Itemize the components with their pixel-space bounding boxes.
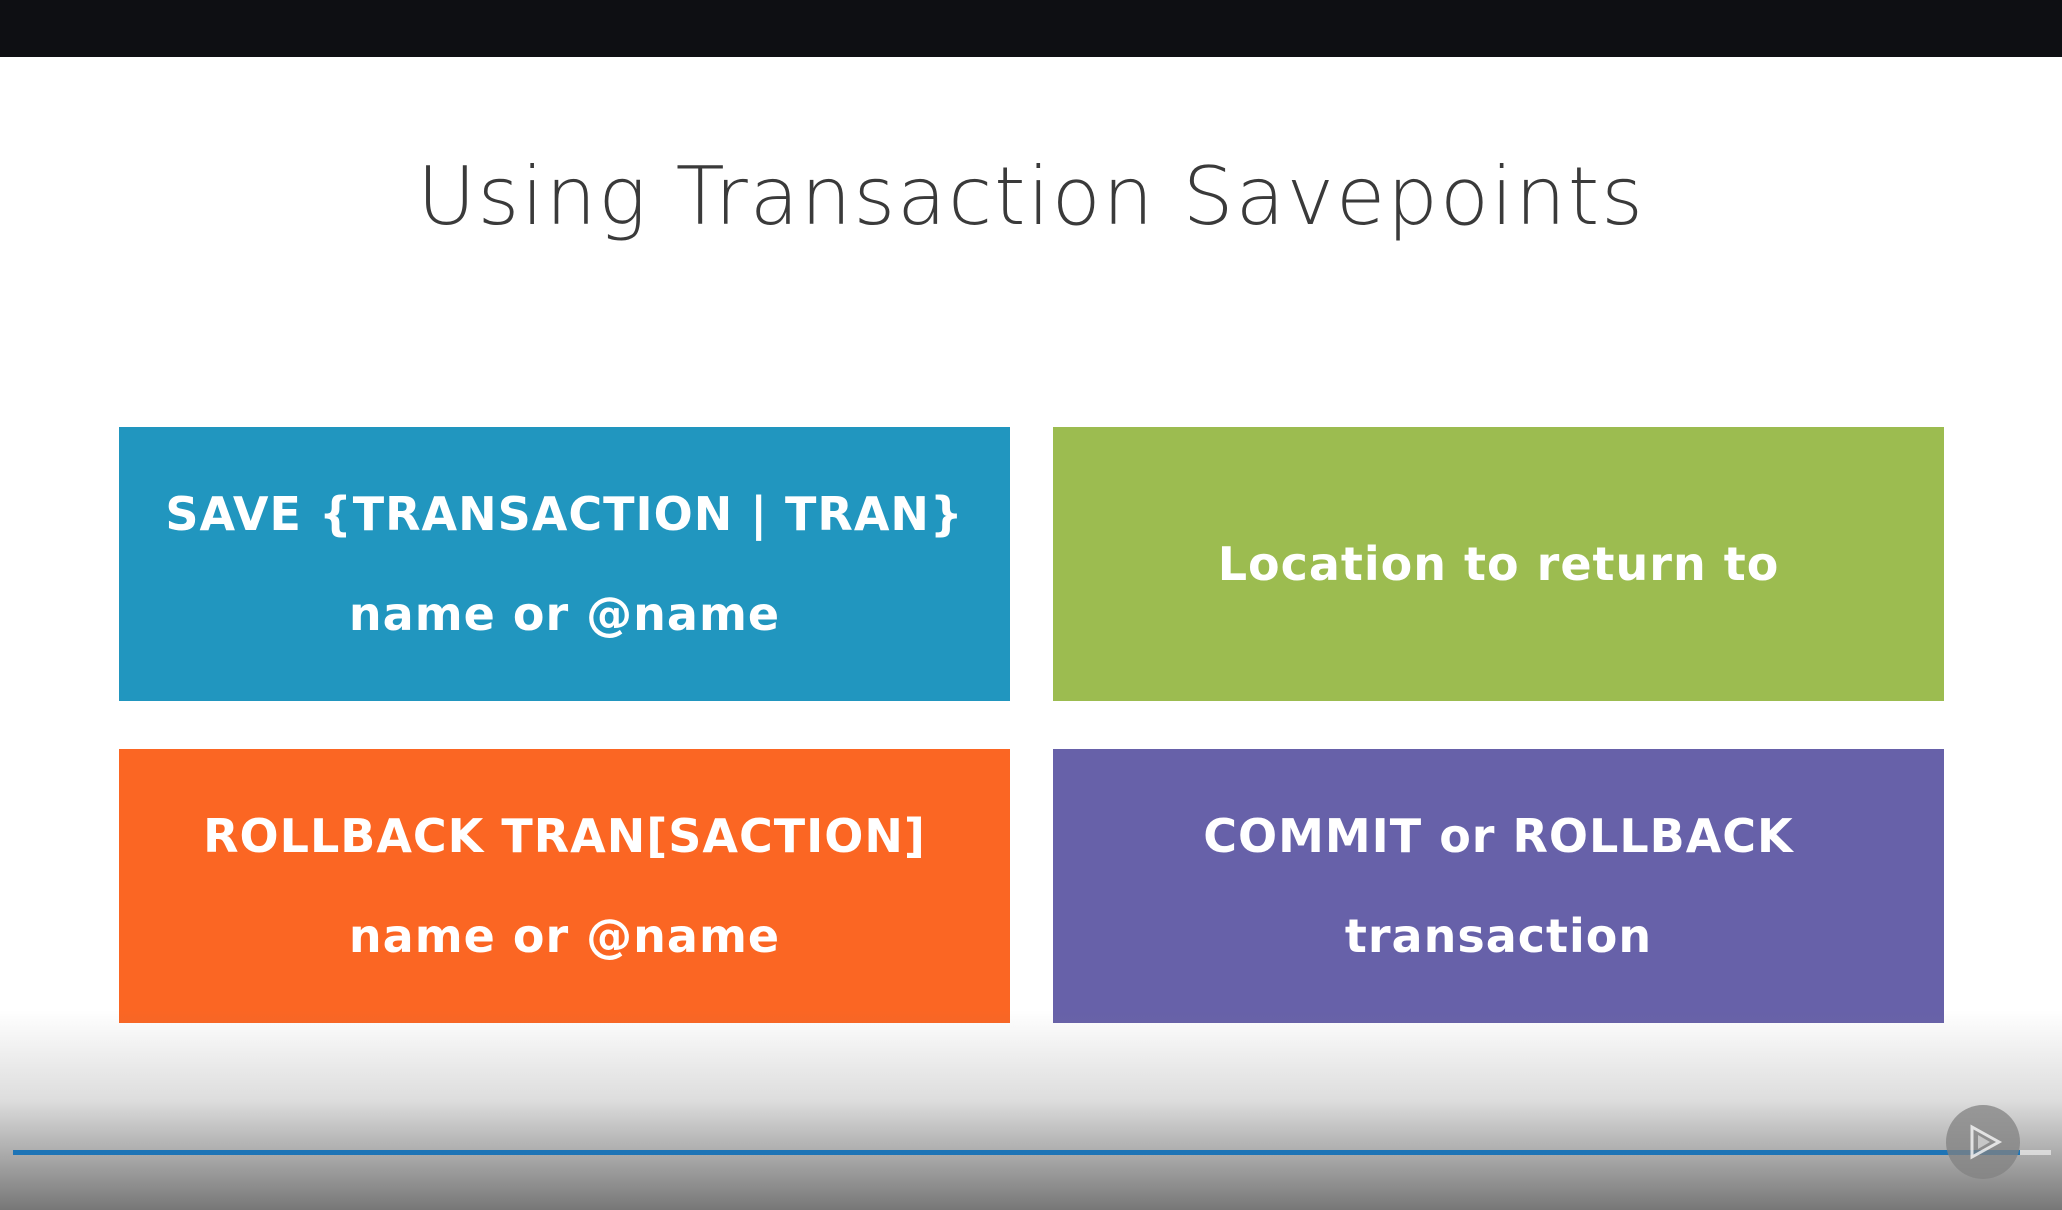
card-rollback-line1: ROLLBACK TRAN[SACTION] [203,809,926,863]
card-save-line2: name or @name [348,587,781,641]
progress-bar-fill [13,1150,2021,1155]
card-save-line1: SAVE {TRANSACTION | TRAN} [165,487,964,541]
top-bar [0,0,2062,57]
controls-gradient [0,1010,2062,1210]
slide-title: Using Transaction Savepoints [417,150,1645,243]
progress-bar[interactable] [13,1150,2051,1155]
card-location-line1: Location to return to [1217,537,1780,591]
card-commit-or-rollback: COMMIT or ROLLBACK transaction [1053,749,1944,1023]
play-icon [1970,1124,2003,1160]
card-rollback-line2: name or @name [348,909,781,963]
card-commit-line2: transaction [1344,909,1653,963]
card-commit-line1: COMMIT or ROLLBACK [1203,809,1794,863]
card-save-transaction: SAVE {TRANSACTION | TRAN} name or @name [119,427,1010,701]
card-rollback-transaction: ROLLBACK TRAN[SACTION] name or @name [119,749,1010,1023]
card-location: Location to return to [1053,427,1944,701]
video-player[interactable]: Using Transaction Savepoints SAVE {TRANS… [0,0,2062,1210]
pluralsight-play-icon[interactable] [1946,1105,2020,1179]
